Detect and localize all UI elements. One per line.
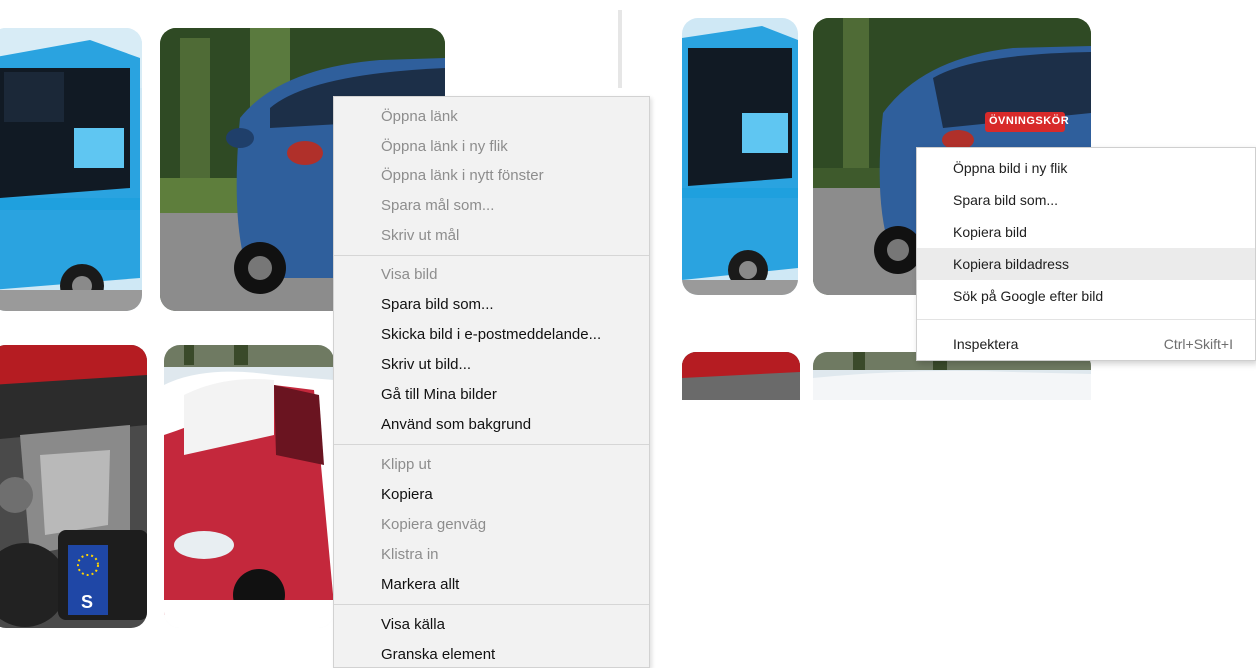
menu-item-open-image-new-tab[interactable]: Öppna bild i ny flik xyxy=(917,152,1255,184)
engine-image-tile[interactable] xyxy=(682,352,800,400)
menu-item-label: Sök på Google efter bild xyxy=(953,288,1104,304)
menu-item-label: Inspektera xyxy=(953,336,1019,352)
menu-item-go-to-my-pictures[interactable]: Gå till Mina bilder xyxy=(381,383,497,407)
menu-item-open-link-new-tab[interactable]: Öppna länk i ny flik xyxy=(381,135,508,159)
engine-image-tile[interactable]: S xyxy=(0,345,147,628)
menu-item-label: Spara bild som... xyxy=(953,192,1059,208)
menu-item-copy-image-address[interactable]: Kopiera bildadress xyxy=(917,248,1255,280)
menu-item-inspect[interactable]: Inspektera Ctrl+Skift+I xyxy=(917,328,1255,360)
menu-item-print-picture[interactable]: Skriv ut bild... xyxy=(381,353,471,377)
panel-divider xyxy=(618,10,622,88)
bus-image-tile[interactable] xyxy=(0,28,142,311)
menu-item-cut[interactable]: Klipp ut xyxy=(381,453,431,477)
menu-separator xyxy=(334,604,649,605)
rear-sign-text: ÖVNINGSKÖR xyxy=(989,115,1070,127)
menu-item-open-link[interactable]: Öppna länk xyxy=(381,105,458,129)
license-plate-letter: S xyxy=(81,592,94,612)
menu-item-email-picture[interactable]: Skicka bild i e-postmeddelande... xyxy=(381,323,601,347)
menu-item-inspect-element[interactable]: Granska element xyxy=(381,643,495,667)
chrome-context-menu: Öppna bild i ny flik Spara bild som... K… xyxy=(916,147,1256,361)
menu-item-copy[interactable]: Kopiera xyxy=(381,483,433,507)
menu-separator xyxy=(334,444,649,445)
menu-item-select-all[interactable]: Markera allt xyxy=(381,573,459,597)
menu-item-save-picture-as[interactable]: Spara bild som... xyxy=(381,293,494,317)
menu-item-label: Kopiera bild xyxy=(953,224,1027,240)
menu-item-print-target[interactable]: Skriv ut mål xyxy=(381,224,459,248)
red-car-image-tile[interactable] xyxy=(164,345,334,628)
menu-item-copy-image[interactable]: Kopiera bild xyxy=(917,216,1255,248)
menu-item-search-google-for-image[interactable]: Sök på Google efter bild xyxy=(917,280,1255,312)
menu-item-show-picture[interactable]: Visa bild xyxy=(381,263,437,287)
ie-context-menu: Öppna länk Öppna länk i ny flik Öppna lä… xyxy=(333,96,650,668)
menu-item-view-source[interactable]: Visa källa xyxy=(381,613,445,637)
menu-item-shortcut: Ctrl+Skift+I xyxy=(1163,336,1233,352)
menu-item-set-as-background[interactable]: Använd som bakgrund xyxy=(381,413,531,437)
menu-item-label: Öppna bild i ny flik xyxy=(953,160,1068,176)
bus-image-tile[interactable] xyxy=(682,18,798,295)
menu-separator xyxy=(917,319,1255,320)
menu-item-save-target-as[interactable]: Spara mål som... xyxy=(381,194,494,218)
menu-item-save-image-as[interactable]: Spara bild som... xyxy=(917,184,1255,216)
menu-item-paste[interactable]: Klistra in xyxy=(381,543,439,567)
menu-item-label: Kopiera bildadress xyxy=(953,256,1069,272)
menu-separator xyxy=(334,255,649,256)
menu-item-open-link-new-window[interactable]: Öppna länk i nytt fönster xyxy=(381,164,544,188)
menu-item-copy-shortcut[interactable]: Kopiera genväg xyxy=(381,513,486,537)
